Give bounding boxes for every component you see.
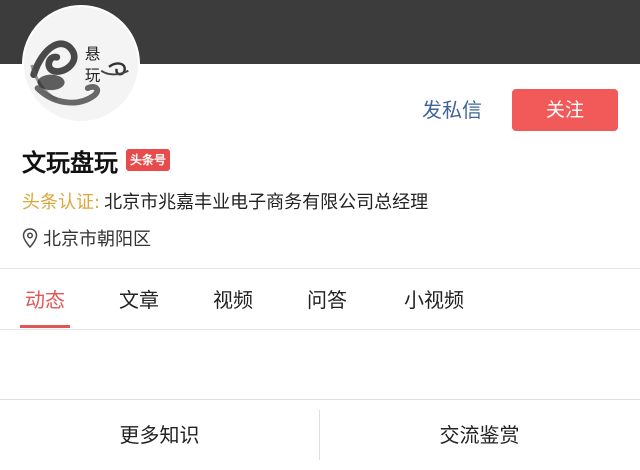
toutiao-badge: 头条号	[126, 149, 171, 171]
tab-qa[interactable]: 问答	[302, 271, 352, 329]
avatar-calligraphy: 悬玩	[83, 46, 101, 88]
avatar-ink-painting: 悬玩	[24, 7, 138, 121]
map-pin-icon	[22, 228, 38, 248]
bottom-menu-bar: 更多知识 交流鉴赏	[0, 399, 640, 470]
verification-text: 北京市兆嘉丰业电子商务有限公司总经理	[104, 192, 429, 213]
follow-button[interactable]: 关注	[512, 89, 618, 131]
location-text: 北京市朝阳区	[43, 229, 151, 250]
tab-short-videos[interactable]: 小视频	[396, 271, 472, 329]
more-knowledge-button[interactable]: 更多知识	[0, 400, 319, 470]
divider-top	[0, 268, 640, 269]
verification-label: 头条认证:	[22, 192, 101, 213]
exchange-appraisal-button[interactable]: 交流鉴赏	[320, 400, 639, 470]
send-message-button[interactable]: 发私信	[410, 90, 494, 130]
account-name: 文玩盘玩	[22, 148, 118, 177]
location-row: 北京市朝阳区	[22, 225, 151, 251]
profile-name-row: 文玩盘玩 头条号	[22, 144, 171, 177]
tab-bar: 动态 文章 视频 问答 小视频	[0, 271, 640, 329]
tab-dynamics[interactable]: 动态	[20, 271, 70, 329]
verification-row: 头条认证: 北京市兆嘉丰业电子商务有限公司总经理	[22, 188, 428, 214]
tab-articles[interactable]: 文章	[114, 271, 164, 329]
active-tab-indicator	[20, 325, 70, 328]
content-area	[0, 330, 640, 398]
tab-videos[interactable]: 视频	[208, 271, 258, 329]
avatar[interactable]: 悬玩	[22, 5, 140, 123]
